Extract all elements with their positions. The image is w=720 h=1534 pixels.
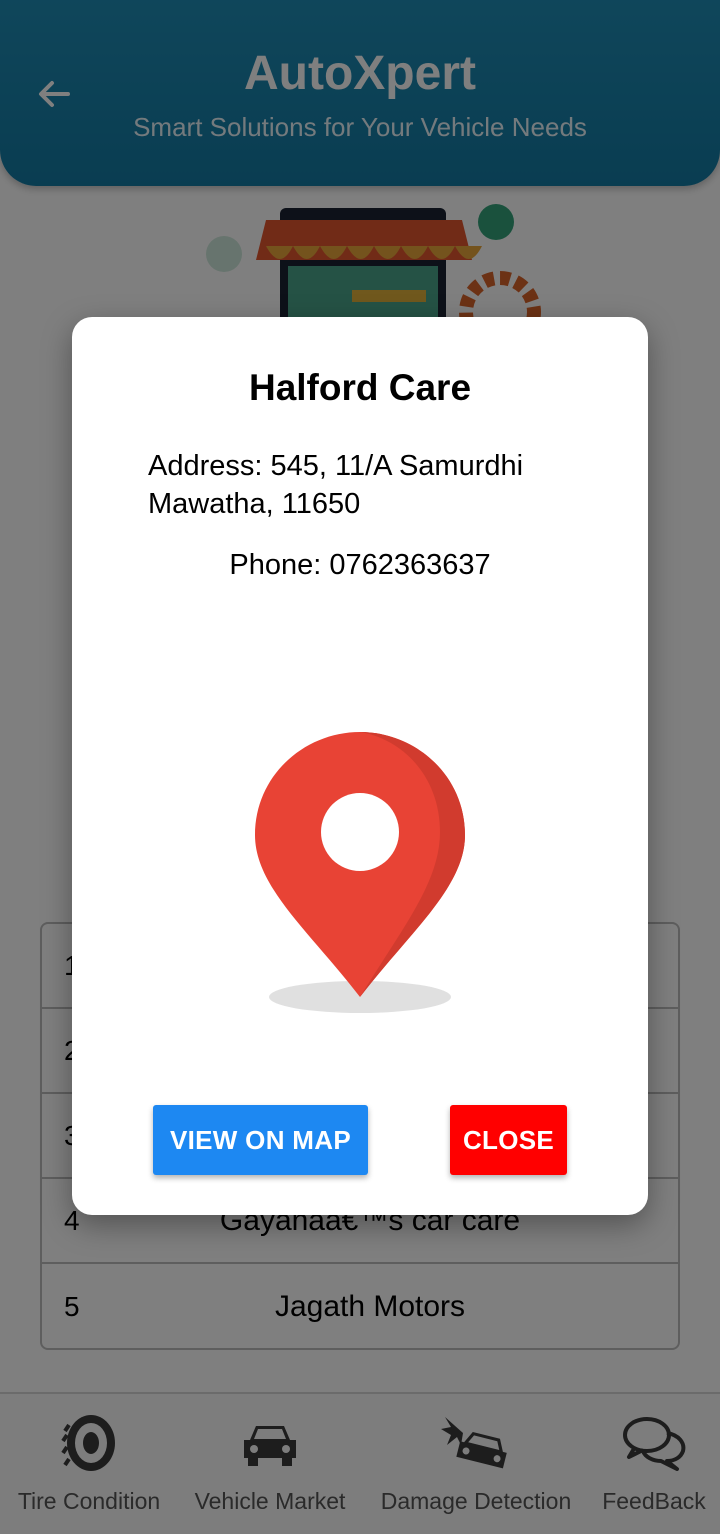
shop-phone: Phone: 0762363637 (229, 549, 491, 581)
dialog-title: Halford Care (248, 367, 472, 408)
location-pin-icon (255, 732, 465, 1013)
shop-address: Address: 545, 11/A Samurdhi Mawatha, 116… (148, 450, 524, 520)
view-on-map-button[interactable]: VIEW ON MAP (153, 1105, 368, 1175)
close-button[interactable]: CLOSE (450, 1105, 567, 1175)
shop-details-dialog: Halford Care Address: 545, 11/A Samurdhi… (72, 317, 648, 1215)
